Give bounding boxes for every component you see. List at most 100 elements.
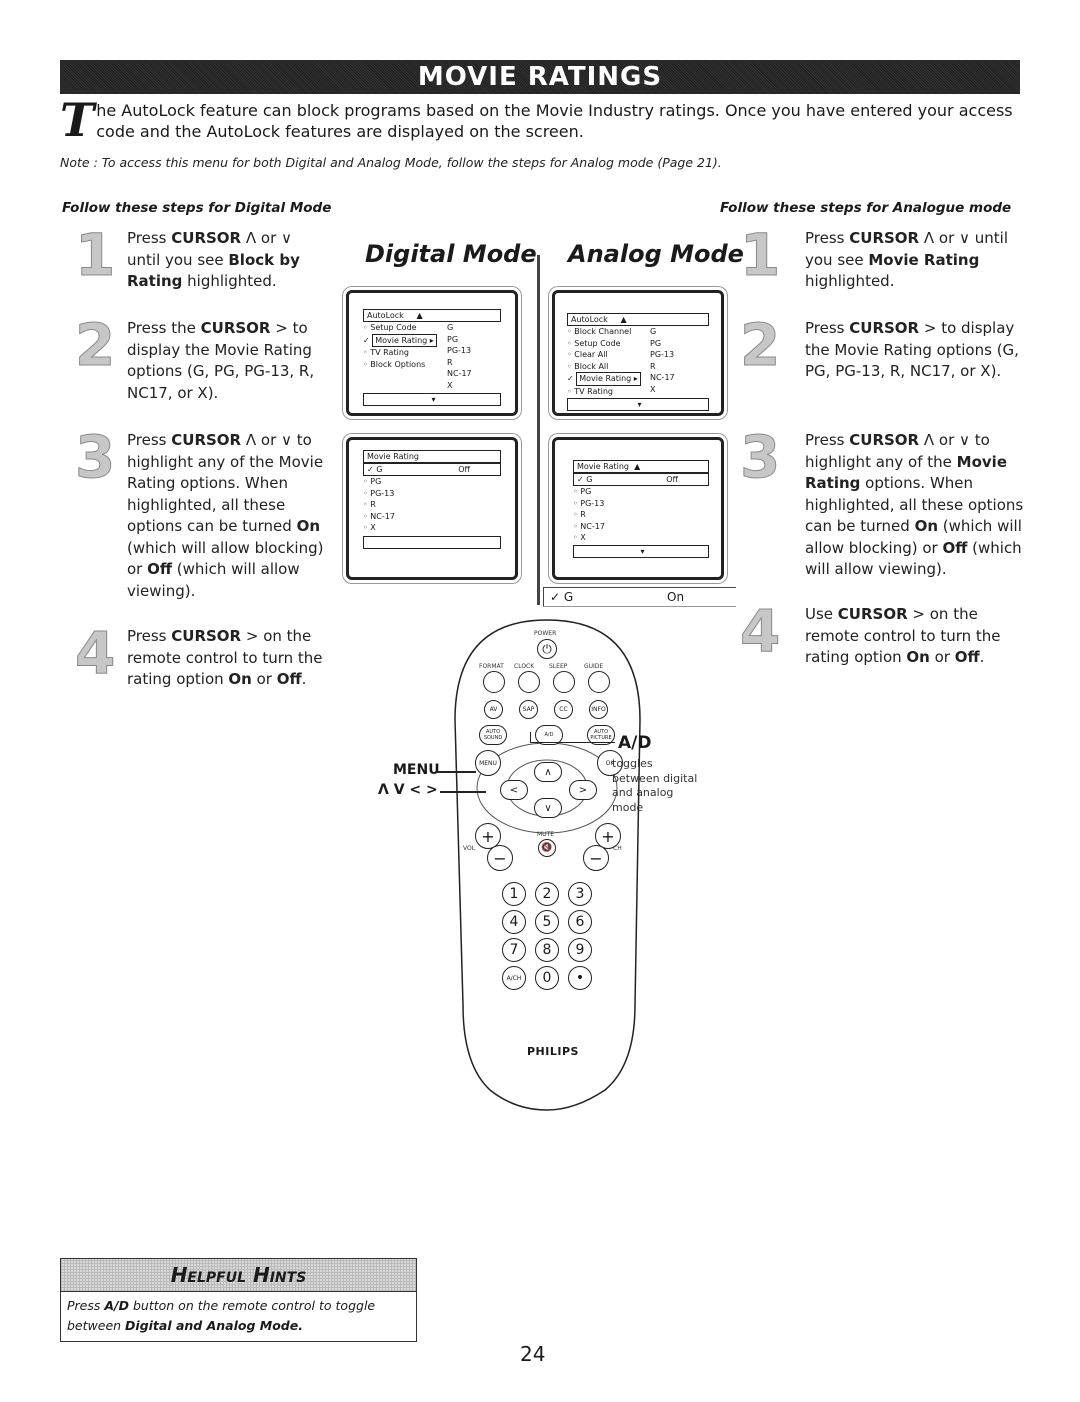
rating-option[interactable]: ◦ PG-13: [363, 488, 501, 500]
clock-button[interactable]: [518, 671, 540, 693]
power-label: POWER: [534, 630, 557, 637]
rating-option[interactable]: ◦ NC-17: [573, 521, 709, 533]
number-button[interactable]: A/CH: [502, 966, 526, 990]
power-button[interactable]: ⏻: [537, 639, 557, 659]
cursor-up-button[interactable]: ∧: [534, 762, 562, 782]
step-text: Press CURSOR Λ or ∨ to highlight any of …: [805, 431, 1024, 578]
cursor-left-button[interactable]: <: [500, 780, 528, 800]
menu-title: Movie Rating: [367, 452, 420, 461]
number-button[interactable]: •: [568, 966, 592, 990]
page-number: 24: [520, 1342, 546, 1366]
step-number: 4: [739, 597, 781, 665]
rating-value: G: [447, 323, 454, 332]
number-button[interactable]: 4: [502, 910, 526, 934]
result-rating-bar: ✓ G On: [543, 587, 736, 607]
menu-callout-line: [436, 771, 476, 773]
mode-divider: [537, 255, 540, 605]
menu-item[interactable]: ◦ Block Channel: [567, 326, 642, 338]
step-number: 2: [739, 311, 781, 379]
rating-label: G: [376, 465, 383, 474]
mute-button[interactable]: 🔇: [538, 839, 556, 857]
button-label: GUIDE: [584, 663, 604, 670]
analog-mode-heading: Analog Mode: [568, 240, 744, 268]
format-button[interactable]: [483, 671, 505, 693]
sap-button[interactable]: SAP: [519, 700, 538, 719]
step-number: 1: [74, 221, 116, 289]
selected-rating-row: ✓ G Off: [363, 463, 501, 476]
rating-value: X: [447, 380, 453, 390]
info-button[interactable]: INFO: [589, 700, 608, 719]
number-button[interactable]: 0: [535, 966, 559, 990]
vol-down-button[interactable]: −: [487, 845, 513, 871]
rating-option[interactable]: ◦ X: [573, 532, 709, 544]
menu-title: AutoLock: [571, 315, 608, 324]
menu-item[interactable]: ◦ Setup Code: [567, 338, 642, 350]
vol-label: VOL: [463, 845, 476, 852]
page-title: MOVIE RATINGS: [60, 60, 1020, 94]
number-button[interactable]: 1: [502, 882, 526, 906]
number-button[interactable]: 3: [568, 882, 592, 906]
cursor-right-button[interactable]: >: [569, 780, 597, 800]
rating-state: On: [667, 590, 685, 604]
number-button[interactable]: 7: [502, 938, 526, 962]
button-label: FORMAT: [479, 663, 504, 670]
menu-item[interactable]: ◦ Clear All: [567, 349, 642, 361]
rating-value: PG: [650, 338, 662, 348]
number-button[interactable]: 6: [568, 910, 592, 934]
auto-sound-button[interactable]: AUTO SOUND: [479, 725, 507, 745]
step-text: Use CURSOR > on the remote control to tu…: [805, 605, 1001, 666]
arrows-callout-label: Λ V < >: [378, 782, 438, 798]
rating-value: NC-17: [650, 373, 675, 382]
av-button[interactable]: AV: [484, 700, 503, 719]
rating-value: X: [650, 384, 656, 394]
rating-value: R: [447, 357, 453, 367]
rating-option[interactable]: ◦ PG: [363, 476, 501, 488]
ch-down-button[interactable]: −: [583, 845, 609, 871]
rating-option[interactable]: ◦ R: [363, 499, 501, 511]
digital-autolock-screen: AutoLock ▲ ◦ Setup Code ✓ Movie Rating ▸ ◦…: [346, 290, 518, 416]
ch-label: CH: [613, 845, 622, 852]
menu-title-bar: Movie Rating ▲: [573, 460, 709, 473]
step-text: Press CURSOR > to display the Movie Rati…: [805, 319, 1019, 380]
note: Note : To access this menu for both Digi…: [60, 155, 722, 170]
menu-item[interactable]: ◦ Block All: [567, 361, 642, 373]
guide-button[interactable]: [588, 671, 610, 693]
arrow-right-icon: ▸: [427, 335, 434, 345]
rating-option[interactable]: ◦ R: [573, 509, 709, 521]
menu-item[interactable]: ✓ Movie Rating ▸: [363, 333, 443, 347]
rating-value: R: [650, 361, 656, 371]
menu-title: AutoLock: [367, 311, 404, 320]
number-button[interactable]: 5: [535, 910, 559, 934]
menu-item[interactable]: ✓ Movie Rating ▸: [567, 372, 642, 386]
cursor-down-button[interactable]: ∨: [534, 798, 562, 818]
button-label: CLOCK: [514, 663, 535, 670]
empty-bar: [363, 535, 501, 549]
menu-button[interactable]: MENU: [475, 750, 501, 776]
rating-option[interactable]: ◦ NC-17: [363, 511, 501, 523]
rating-option[interactable]: ◦ PG-13: [573, 498, 709, 510]
rating-label: G: [586, 475, 593, 484]
digital-movie-rating-screen: Movie Rating ✓ G Off ◦ PG ◦ PG-13 ◦ R ◦ NC-…: [346, 437, 518, 580]
rating-option[interactable]: ◦ PG: [573, 486, 709, 498]
intro-text: he AutoLock feature can block programs b…: [96, 101, 1013, 141]
digital-steps-heading: Follow these steps for Digital Mode: [62, 200, 332, 216]
scroll-down-bar: ▾: [363, 393, 501, 406]
ad-callout-line: [530, 732, 531, 742]
rating-option[interactable]: ◦ X: [363, 522, 501, 534]
number-button[interactable]: 9: [568, 938, 592, 962]
menu-item[interactable]: ◦ TV Rating: [363, 347, 443, 359]
menu-item[interactable]: ◦ TV Rating: [567, 386, 642, 398]
number-button[interactable]: 8: [535, 938, 559, 962]
menu-item[interactable]: ◦ Block Options: [363, 359, 443, 371]
sleep-button[interactable]: [553, 671, 575, 693]
menu-item[interactable]: ◦ Setup Code: [363, 322, 443, 334]
drop-cap: T: [60, 93, 95, 147]
mute-label: MUTE: [537, 831, 555, 838]
step-text: Press CURSOR Λ or ∨ until you see Block …: [127, 229, 300, 290]
number-button[interactable]: 2: [535, 882, 559, 906]
rating-value: PG-13: [650, 350, 675, 359]
step-text: Press CURSOR > on the remote control to …: [127, 627, 323, 688]
cc-button[interactable]: CC: [554, 700, 573, 719]
helpful-hints-text: Press A/D button on the remote control t…: [67, 1298, 376, 1333]
menu-title-bar: AutoLock ▲: [363, 309, 501, 322]
